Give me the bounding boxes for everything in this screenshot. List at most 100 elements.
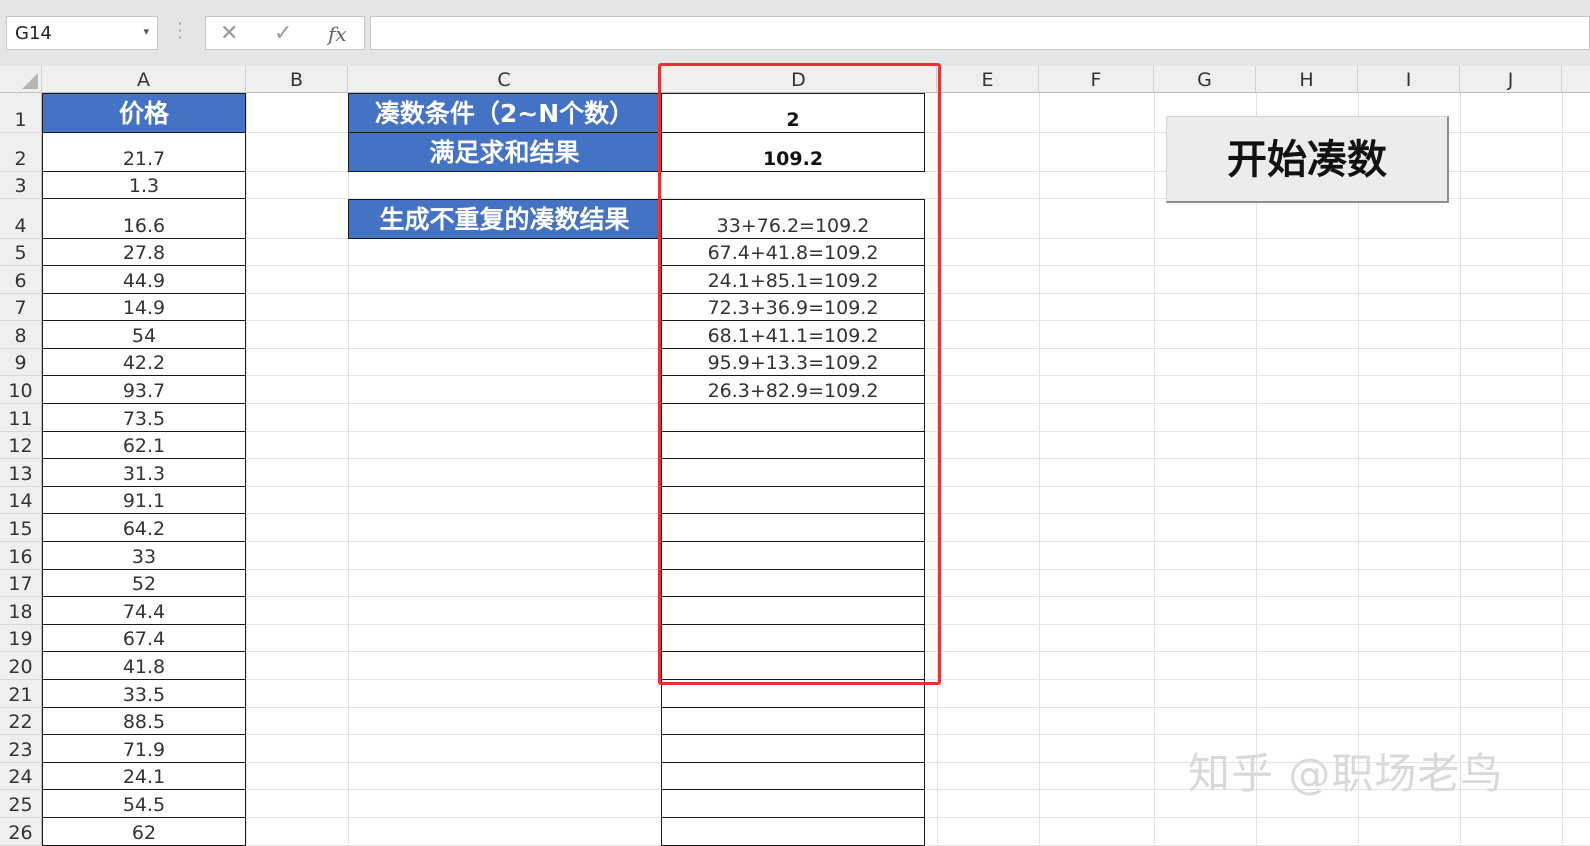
row-header-26[interactable]: 26 bbox=[0, 818, 42, 846]
price-cell[interactable]: 93.7 bbox=[42, 376, 246, 404]
result-cell[interactable] bbox=[661, 708, 925, 735]
price-cell[interactable]: 33.5 bbox=[42, 680, 246, 708]
price-cell[interactable]: 91.1 bbox=[42, 487, 246, 514]
price-cell[interactable]: 1.3 bbox=[42, 172, 246, 199]
column-header-b[interactable]: B bbox=[246, 66, 348, 93]
row-header-24[interactable]: 24 bbox=[0, 763, 42, 790]
result-cell[interactable] bbox=[661, 763, 925, 790]
price-cell[interactable]: 24.1 bbox=[42, 763, 246, 790]
price-cell[interactable]: 62 bbox=[42, 818, 246, 846]
row-header-7[interactable]: 7 bbox=[0, 294, 42, 321]
price-value: 62 bbox=[131, 822, 157, 844]
enter-icon[interactable]: ✓ bbox=[274, 21, 292, 46]
row-header-14[interactable]: 14 bbox=[0, 487, 42, 514]
column-header-f[interactable]: F bbox=[1039, 66, 1154, 93]
price-value: 88.5 bbox=[122, 711, 166, 733]
row-header-4[interactable]: 4 bbox=[0, 199, 42, 239]
price-value: 54 bbox=[131, 325, 157, 347]
row-header-12[interactable]: 12 bbox=[0, 432, 42, 459]
price-cell[interactable]: 27.8 bbox=[42, 239, 246, 266]
row-header-3[interactable]: 3 bbox=[0, 172, 42, 199]
price-value: 42.2 bbox=[122, 352, 166, 374]
row-number: 25 bbox=[8, 794, 33, 816]
formula-input[interactable] bbox=[370, 16, 1590, 50]
row-number: 13 bbox=[8, 463, 33, 485]
column-header-i[interactable]: I bbox=[1358, 66, 1460, 93]
column-header-k[interactable] bbox=[1562, 66, 1590, 93]
row-header-2[interactable]: 2 bbox=[0, 133, 42, 172]
result-cell[interactable] bbox=[661, 735, 925, 763]
row-header-22[interactable]: 22 bbox=[0, 708, 42, 735]
result-cell[interactable] bbox=[661, 790, 925, 818]
name-box[interactable]: G14 ▾ bbox=[6, 16, 158, 50]
row-number: 22 bbox=[8, 711, 33, 733]
results-label-cell[interactable]: 生成不重复的凑数结果 bbox=[348, 199, 661, 239]
result-cell[interactable] bbox=[661, 818, 925, 846]
row-number: 24 bbox=[8, 766, 33, 788]
price-cell[interactable]: 71.9 bbox=[42, 735, 246, 763]
row-header-25[interactable]: 25 bbox=[0, 790, 42, 818]
row-number: 10 bbox=[8, 380, 33, 402]
price-cell[interactable]: 74.4 bbox=[42, 597, 246, 625]
row-header-1[interactable]: 1 bbox=[0, 93, 42, 133]
row-header-18[interactable]: 18 bbox=[0, 597, 42, 625]
price-cell[interactable]: 54 bbox=[42, 321, 246, 349]
row-header-8[interactable]: 8 bbox=[0, 321, 42, 349]
price-value: 16.6 bbox=[122, 215, 166, 237]
drag-handle-icon[interactable]: · · · bbox=[176, 16, 184, 46]
row-header-5[interactable]: 5 bbox=[0, 239, 42, 266]
price-cell[interactable]: 54.5 bbox=[42, 790, 246, 818]
row-header-15[interactable]: 15 bbox=[0, 514, 42, 542]
price-cell[interactable]: 88.5 bbox=[42, 708, 246, 735]
condition-label-cell[interactable]: 凑数条件（2~N个数） bbox=[348, 93, 661, 133]
price-cell[interactable]: 33 bbox=[42, 542, 246, 570]
row-header-21[interactable]: 21 bbox=[0, 680, 42, 708]
price-cell[interactable]: 41.8 bbox=[42, 652, 246, 680]
price-value: 1.3 bbox=[128, 175, 160, 197]
row-header-11[interactable]: 11 bbox=[0, 404, 42, 432]
cancel-icon[interactable]: ✕ bbox=[220, 21, 238, 46]
price-cell[interactable]: 62.1 bbox=[42, 432, 246, 459]
row-header-13[interactable]: 13 bbox=[0, 459, 42, 487]
chevron-down-icon[interactable]: ▾ bbox=[143, 25, 149, 38]
column-header-j[interactable]: J bbox=[1460, 66, 1562, 93]
column-header-c[interactable]: C bbox=[348, 66, 661, 93]
row-header-23[interactable]: 23 bbox=[0, 735, 42, 763]
row-header-9[interactable]: 9 bbox=[0, 349, 42, 376]
row-number: 2 bbox=[14, 148, 27, 170]
select-all-button[interactable] bbox=[0, 66, 42, 93]
price-value: 27.8 bbox=[122, 242, 166, 264]
target-label-cell[interactable]: 满足求和结果 bbox=[348, 132, 661, 172]
price-cell[interactable]: 44.9 bbox=[42, 266, 246, 294]
price-cell[interactable]: 42.2 bbox=[42, 349, 246, 376]
gridline bbox=[1039, 93, 1040, 844]
price-cell[interactable]: 31.3 bbox=[42, 459, 246, 487]
price-cell[interactable]: 52 bbox=[42, 570, 246, 597]
price-cell[interactable]: 21.7 bbox=[42, 133, 246, 172]
row-number: 12 bbox=[8, 435, 33, 457]
price-cell[interactable]: 64.2 bbox=[42, 514, 246, 542]
row-header-6[interactable]: 6 bbox=[0, 266, 42, 294]
price-header-cell[interactable]: 价格 bbox=[42, 93, 246, 133]
column-header-a[interactable]: A bbox=[42, 66, 246, 93]
formula-bar-area: G14 ▾ · · · ✕ ✓ fx bbox=[0, 0, 1590, 66]
column-header-e[interactable]: E bbox=[937, 66, 1039, 93]
start-combination-button[interactable]: 开始凑数 bbox=[1166, 116, 1449, 203]
price-value: 21.7 bbox=[122, 148, 166, 170]
column-header-g[interactable]: G bbox=[1154, 66, 1256, 93]
row-header-17[interactable]: 17 bbox=[0, 570, 42, 597]
price-cell[interactable]: 67.4 bbox=[42, 625, 246, 652]
row-header-20[interactable]: 20 bbox=[0, 652, 42, 680]
price-cell[interactable]: 73.5 bbox=[42, 404, 246, 432]
fx-icon[interactable]: fx bbox=[328, 22, 347, 46]
row-number: 19 bbox=[8, 628, 33, 650]
row-number: 4 bbox=[14, 215, 27, 237]
row-header-19[interactable]: 19 bbox=[0, 625, 42, 652]
column-header-h[interactable]: H bbox=[1256, 66, 1358, 93]
row-header-10[interactable]: 10 bbox=[0, 376, 42, 404]
price-cell[interactable]: 14.9 bbox=[42, 294, 246, 321]
row-header-16[interactable]: 16 bbox=[0, 542, 42, 570]
price-value: 73.5 bbox=[122, 408, 166, 430]
price-value: 54.5 bbox=[122, 794, 166, 816]
price-cell[interactable]: 16.6 bbox=[42, 199, 246, 239]
